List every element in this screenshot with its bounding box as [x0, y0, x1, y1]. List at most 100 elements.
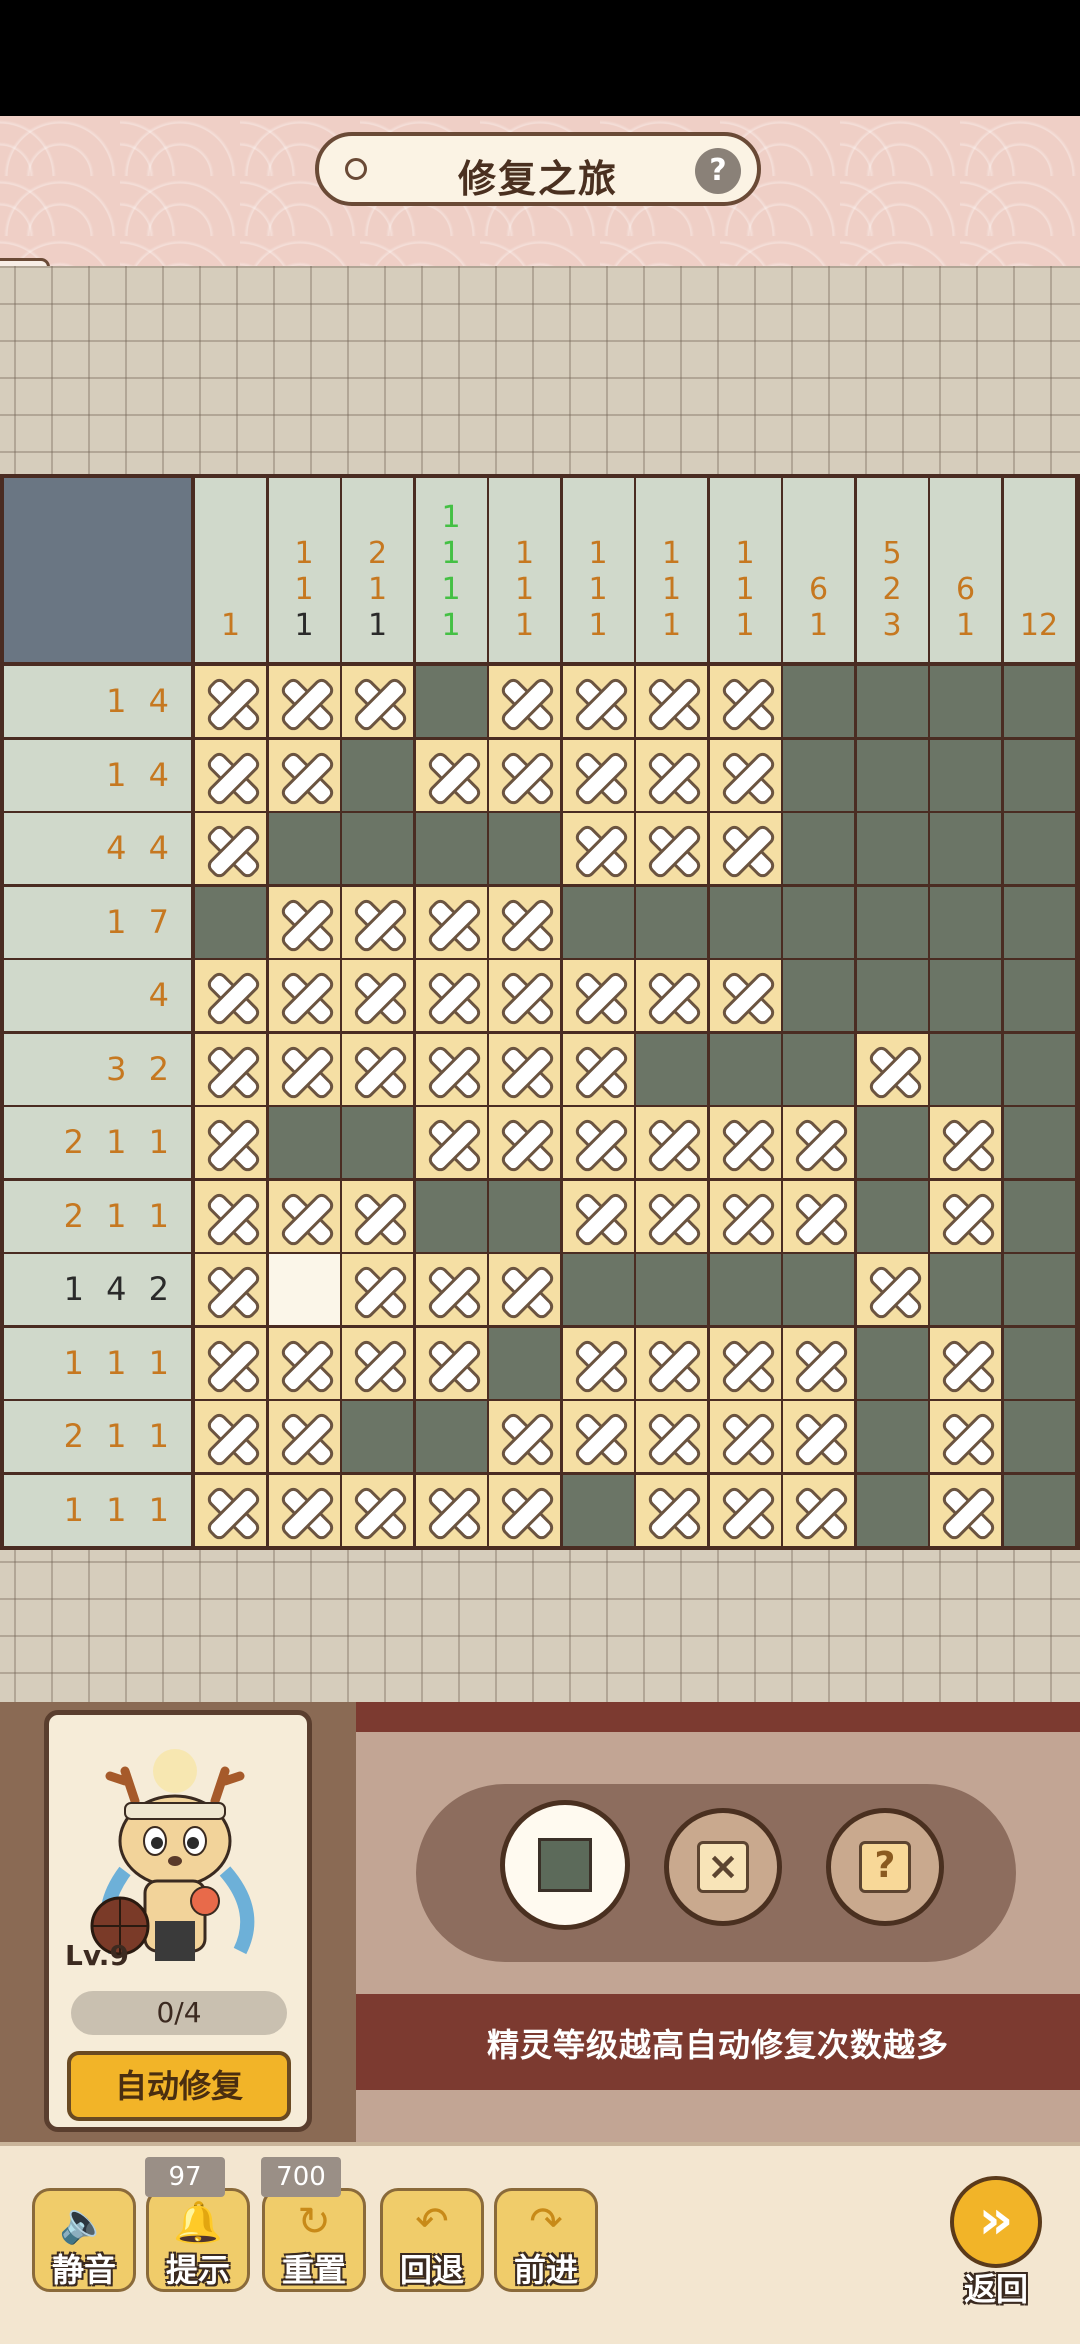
cell-crossed[interactable] [783, 1180, 854, 1252]
cell-filled[interactable] [1003, 1401, 1075, 1472]
cell-crossed[interactable] [489, 1474, 560, 1546]
fill-tool-button[interactable] [500, 1800, 630, 1930]
cell-crossed[interactable] [562, 1401, 634, 1472]
cell-crossed[interactable] [415, 886, 487, 958]
cell-crossed[interactable] [709, 960, 781, 1031]
cell-crossed[interactable] [783, 1107, 854, 1178]
cell-crossed[interactable] [636, 1401, 707, 1472]
cell-filled[interactable] [1003, 739, 1075, 811]
cell-crossed[interactable] [489, 1107, 560, 1178]
redo-button[interactable]: ↷ 前进 [494, 2188, 598, 2292]
cell-filled[interactable] [930, 666, 1001, 737]
cell-crossed[interactable] [195, 1254, 266, 1325]
cell-filled[interactable] [856, 813, 928, 884]
cell-filled[interactable] [562, 886, 634, 958]
cell-filled[interactable] [856, 886, 928, 958]
cell-filled[interactable] [856, 739, 928, 811]
cell-filled[interactable] [342, 1107, 413, 1178]
cell-crossed[interactable] [489, 739, 560, 811]
cell-filled[interactable] [856, 1327, 928, 1399]
cell-filled[interactable] [415, 1180, 487, 1252]
cell-filled[interactable] [709, 1033, 781, 1105]
cell-crossed[interactable] [709, 1474, 781, 1546]
cell-crossed[interactable] [268, 666, 340, 737]
cell-filled[interactable] [783, 1254, 854, 1325]
cell-filled[interactable] [930, 960, 1001, 1031]
cell-filled[interactable] [562, 1474, 634, 1546]
cell-crossed[interactable] [636, 1474, 707, 1546]
cell-crossed[interactable] [709, 1107, 781, 1178]
cell-crossed[interactable] [195, 1327, 266, 1399]
cell-filled[interactable] [268, 813, 340, 884]
cell-filled[interactable] [1003, 1107, 1075, 1178]
cell-crossed[interactable] [195, 1401, 266, 1472]
cell-filled[interactable] [268, 1107, 340, 1178]
cell-filled[interactable] [342, 1401, 413, 1472]
cell-filled[interactable] [856, 1107, 928, 1178]
cell-filled[interactable] [856, 1474, 928, 1546]
cell-filled[interactable] [1003, 1474, 1075, 1546]
cell-crossed[interactable] [856, 1033, 928, 1105]
cell-crossed[interactable] [636, 666, 707, 737]
back-button[interactable]: » 返回 [946, 2176, 1046, 2308]
cell-filled[interactable] [489, 1327, 560, 1399]
cell-crossed[interactable] [195, 666, 266, 737]
cell-crossed[interactable] [342, 1033, 413, 1105]
cell-crossed[interactable] [268, 1474, 340, 1546]
cell-crossed[interactable] [342, 1180, 413, 1252]
cell-crossed[interactable] [342, 1474, 413, 1546]
cell-crossed[interactable] [856, 1254, 928, 1325]
cell-crossed[interactable] [489, 1401, 560, 1472]
cell-crossed[interactable] [489, 886, 560, 958]
cell-filled[interactable] [562, 1254, 634, 1325]
cell-crossed[interactable] [783, 1327, 854, 1399]
cell-filled[interactable] [709, 886, 781, 958]
cell-filled[interactable] [195, 886, 266, 958]
cell-crossed[interactable] [195, 960, 266, 1031]
hint-button[interactable]: 🔔 提示 97 [145, 2157, 250, 2292]
cell-crossed[interactable] [195, 1033, 266, 1105]
cell-crossed[interactable] [342, 666, 413, 737]
cell-crossed[interactable] [268, 1401, 340, 1472]
cell-crossed[interactable] [636, 813, 707, 884]
cell-filled[interactable] [1003, 960, 1075, 1031]
cell-filled[interactable] [856, 1401, 928, 1472]
cell-crossed[interactable] [195, 1474, 266, 1546]
cell-crossed[interactable] [709, 666, 781, 737]
cell-crossed[interactable] [195, 1180, 266, 1252]
cell-crossed[interactable] [562, 813, 634, 884]
cell-crossed[interactable] [195, 739, 266, 811]
cell-crossed[interactable] [489, 960, 560, 1031]
cell-crossed[interactable] [562, 739, 634, 811]
cell-crossed[interactable] [709, 813, 781, 884]
cell-filled[interactable] [783, 666, 854, 737]
cell-crossed[interactable] [342, 1327, 413, 1399]
auto-repair-button[interactable]: 自动修复 [67, 2051, 291, 2121]
cell-crossed[interactable] [489, 1033, 560, 1105]
cell-filled[interactable] [856, 666, 928, 737]
cell-crossed[interactable] [930, 1180, 1001, 1252]
cell-crossed[interactable] [195, 813, 266, 884]
cell-crossed[interactable] [709, 739, 781, 811]
cell-filled[interactable] [930, 886, 1001, 958]
cell-filled[interactable] [930, 813, 1001, 884]
cell-filled[interactable] [1003, 1327, 1075, 1399]
cell-crossed[interactable] [415, 1474, 487, 1546]
cell-empty[interactable] [268, 1254, 340, 1325]
cell-crossed[interactable] [636, 1107, 707, 1178]
cell-crossed[interactable] [562, 960, 634, 1031]
cell-crossed[interactable] [268, 739, 340, 811]
cell-filled[interactable] [856, 1180, 928, 1252]
cell-crossed[interactable] [562, 1033, 634, 1105]
cell-filled[interactable] [415, 813, 487, 884]
cell-crossed[interactable] [268, 1327, 340, 1399]
cell-filled[interactable] [342, 813, 413, 884]
cell-filled[interactable] [636, 1254, 707, 1325]
cell-crossed[interactable] [930, 1401, 1001, 1472]
cell-crossed[interactable] [930, 1327, 1001, 1399]
cell-crossed[interactable] [489, 1254, 560, 1325]
cell-crossed[interactable] [268, 886, 340, 958]
cell-crossed[interactable] [562, 666, 634, 737]
cell-filled[interactable] [783, 1033, 854, 1105]
cell-crossed[interactable] [415, 739, 487, 811]
